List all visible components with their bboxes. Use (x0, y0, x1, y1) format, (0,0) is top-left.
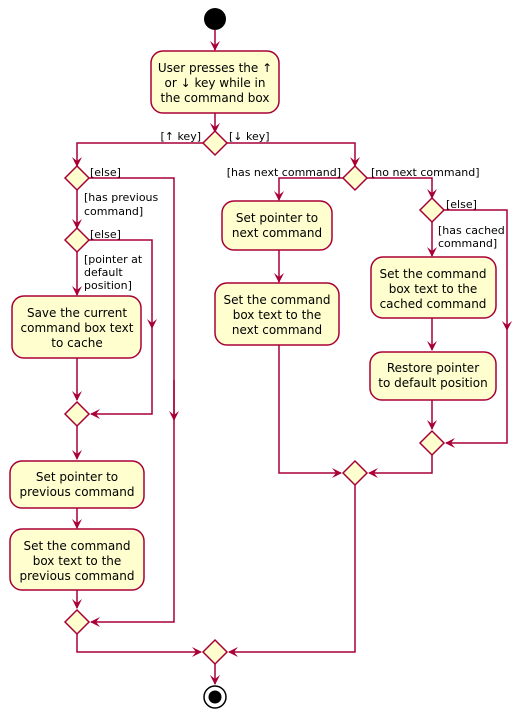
action-text: Set pointer to (236, 211, 318, 225)
action-text: Restore pointer (387, 361, 479, 375)
action-set-text-cached: Set the command box text to the cached c… (370, 256, 497, 319)
decision-next-command (341, 164, 369, 192)
action-text: cached command (380, 297, 487, 311)
edge-down-key (227, 142, 360, 167)
guard-pointer-default: position] (84, 279, 132, 292)
edge-else-no-previous-merge (90, 420, 175, 627)
action-text: next command (232, 323, 322, 337)
action-text: Set the command (224, 293, 331, 307)
guard-pointer-default: default (84, 266, 123, 279)
merge-previous (63, 608, 91, 636)
merge-pointer-default (63, 400, 91, 428)
action-text: the command box (161, 91, 270, 105)
decision-pointer-default (63, 226, 91, 254)
action-set-text-prev: Set the command box text to the previous… (9, 528, 145, 591)
action-text: Set pointer to (36, 470, 118, 484)
action-set-pointer-prev: Set pointer to previous command (9, 460, 145, 509)
final-node (203, 685, 227, 709)
action-text: previous command (19, 485, 134, 499)
edge-right-merge-to-final-merge (228, 485, 356, 657)
action-save-current: Save the current command box text to cac… (11, 295, 142, 359)
edge-cached-merge-to-right-merge (368, 455, 433, 478)
action-text: box text to the (389, 282, 478, 296)
edge-up-key (72, 142, 203, 167)
guard-down-key: [↓ key] (229, 130, 270, 143)
guard-else-no-cached: [else] (446, 198, 477, 211)
action-text: previous command (19, 569, 134, 583)
guard-has-cached: [has cached (438, 224, 505, 237)
action-text: to default position (378, 376, 487, 390)
guard-has-previous: command] (84, 205, 143, 218)
action-text: Save the current (27, 306, 127, 320)
decision-has-previous (63, 164, 91, 192)
guard-pointer-default: [pointer at (84, 253, 143, 266)
guard-else-pointer-not-default: [else] (90, 228, 121, 241)
edge-set-text-next-to-merge (278, 345, 342, 478)
action-text: command box text (21, 321, 134, 335)
guard-has-previous: [has previous (84, 191, 159, 204)
guard-up-key: [↑ key] (160, 130, 201, 143)
edge-has-next (274, 177, 343, 201)
merge-next (341, 459, 369, 487)
action-text: box text to the (233, 308, 322, 322)
guard-else-no-previous: [else] (90, 166, 121, 179)
action-set-pointer-next: Set pointer to next command (221, 200, 333, 251)
decision-key (201, 129, 229, 157)
action-text: Set the command (380, 267, 487, 281)
action-restore-pointer: Restore pointer to default position (369, 351, 497, 401)
action-text: or ↓ key while in (164, 76, 265, 90)
decision-cached (418, 196, 446, 224)
guard-has-next: [has next command] (227, 166, 341, 179)
action-text: to cache (51, 336, 102, 350)
edge-no-next (367, 177, 437, 199)
guard-has-cached: command] (438, 237, 497, 250)
initial-node (204, 8, 226, 30)
guard-no-next: [no next command] (371, 166, 480, 179)
merge-cached (418, 429, 446, 457)
action-text: User presses the ↑ (158, 61, 272, 75)
action-user-presses: User presses the ↑ or ↓ key while in the… (150, 50, 280, 114)
action-text: Set the command (24, 539, 131, 553)
merge-final (201, 638, 229, 666)
action-text: next command (232, 226, 322, 240)
edge-left-merge-to-final-merge (76, 634, 202, 657)
activity-diagram: User presses the ↑ or ↓ key while in the… (9, 8, 512, 709)
action-text: box text to the (33, 554, 122, 568)
action-set-text-next: Set the command box text to the next com… (214, 282, 340, 346)
